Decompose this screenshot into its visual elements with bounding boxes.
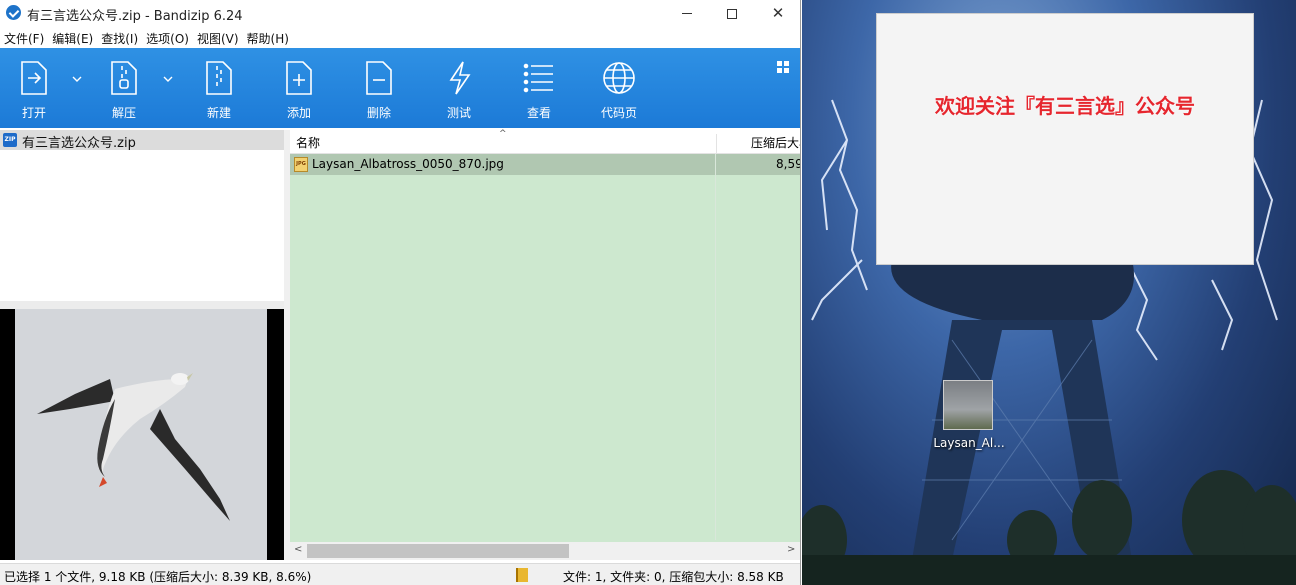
delete-button[interactable]: 删除 [349,48,409,128]
desktop-icon-label: Laysan_Al... [933,436,1005,450]
archive-tree: ZIP 有三言选公众号.zip [0,130,284,301]
tree-item-archive[interactable]: ZIP 有三言选公众号.zip [0,130,284,151]
bandizip-window: 有三言选公众号.zip - Bandizip 6.24 ✕ 文件(F) 编辑(E… [0,0,801,585]
extract-icon [111,61,137,95]
image-thumbnail-icon [943,380,993,430]
selection-status: 已选择 1 个文件, 9.18 KB (压缩后大小: 8.39 KB, 8.6%… [4,570,312,584]
close-button[interactable]: ✕ [755,0,800,26]
notice-text: 欢迎关注『有三言选』公众号 [935,94,1195,118]
sort-ascending-icon: ^ [499,129,507,139]
delete-file-icon [366,61,392,95]
test-label: 测试 [446,106,471,120]
tree-item-label: 有三言选公众号.zip [22,136,136,151]
menu-file[interactable]: 文件(F) [0,27,48,48]
horizontal-scrollbar[interactable]: < > [290,542,800,560]
scroll-right-icon[interactable]: > [787,544,795,555]
zip-file-icon: ZIP [3,133,17,147]
codepage-label: 代码页 [600,106,637,120]
extract-dropdown-arrow[interactable] [163,72,177,86]
scroll-left-icon[interactable]: < [294,544,302,555]
open-dropdown-arrow[interactable] [72,72,86,86]
extract-label: 解压 [111,106,136,120]
chevron-down-icon [72,76,82,82]
new-label: 新建 [206,106,231,120]
column-header-name[interactable]: 名称 [296,134,320,151]
menu-find[interactable]: 查找(I) [97,27,142,48]
file-list: ^ 名称 压缩后大小 JPG Laysan_Albatross_0050_870… [290,129,801,560]
minimize-button[interactable] [664,0,710,26]
desktop-background: 欢迎关注『有三言选』公众号 Laysan_Al... [802,0,1296,585]
status-bar: 已选择 1 个文件, 9.18 KB (压缩后大小: 8.39 KB, 8.6%… [0,563,800,585]
pane-splitter-horizontal[interactable] [0,301,284,309]
window-title: 有三言选公众号.zip - Bandizip 6.24 [27,9,243,24]
open-button[interactable]: 打开 [4,48,64,128]
globe-icon [603,62,635,94]
jpg-file-icon: JPG [294,157,308,172]
view-label: 查看 [526,106,551,120]
notice-panel: 欢迎关注『有三言选』公众号 [876,13,1254,265]
view-button[interactable]: 查看 [509,48,569,128]
menu-options[interactable]: 选项(O) [142,27,193,48]
open-icon [21,61,47,95]
archive-info-icon[interactable] [516,568,528,582]
bandizip-app-icon [6,5,21,20]
file-name: Laysan_Albatross_0050_870.jpg [312,157,504,171]
toolbar: 打开 解压 新建 添加 删除 测试 查看 代码页 [0,48,800,128]
column-divider [715,154,716,540]
table-row[interactable]: JPG Laysan_Albatross_0050_870.jpg 8,59 [290,154,801,175]
albatross-image [15,309,267,560]
layout-grid-icon[interactable] [776,60,790,74]
new-archive-icon [206,61,232,95]
file-list-header: ^ 名称 压缩后大小 [290,129,800,154]
test-button[interactable]: 测试 [429,48,489,128]
archive-summary: 文件: 1, 文件夹: 0, 压缩包大小: 8.58 KB [563,570,784,584]
title-bar: 有三言选公众号.zip - Bandizip 6.24 ✕ [0,0,800,26]
menu-view[interactable]: 视图(V) [193,27,243,48]
scrollbar-thumb[interactable] [307,544,569,558]
delete-label: 删除 [366,106,391,120]
chevron-down-icon [163,76,173,82]
add-file-icon [286,61,312,95]
add-label: 添加 [286,106,311,120]
menu-help[interactable]: 帮助(H) [243,27,293,48]
lightning-icon [449,61,471,95]
file-packed-size: 8,59 [776,157,801,171]
maximize-button[interactable] [709,0,755,26]
new-button[interactable]: 新建 [189,48,249,128]
column-header-packed-size[interactable]: 压缩后大小 [716,134,800,154]
desktop-file-icon[interactable]: Laysan_Al... [930,378,1008,458]
extract-button[interactable]: 解压 [94,48,154,128]
list-icon [523,63,553,93]
open-label: 打开 [21,106,46,120]
image-preview [0,309,284,560]
codepage-button[interactable]: 代码页 [589,48,649,128]
preview-image [15,309,267,560]
menu-edit[interactable]: 编辑(E) [48,27,97,48]
menu-bar: 文件(F) 编辑(E) 查找(I) 选项(O) 视图(V) 帮助(H) [0,27,800,48]
add-button[interactable]: 添加 [269,48,329,128]
